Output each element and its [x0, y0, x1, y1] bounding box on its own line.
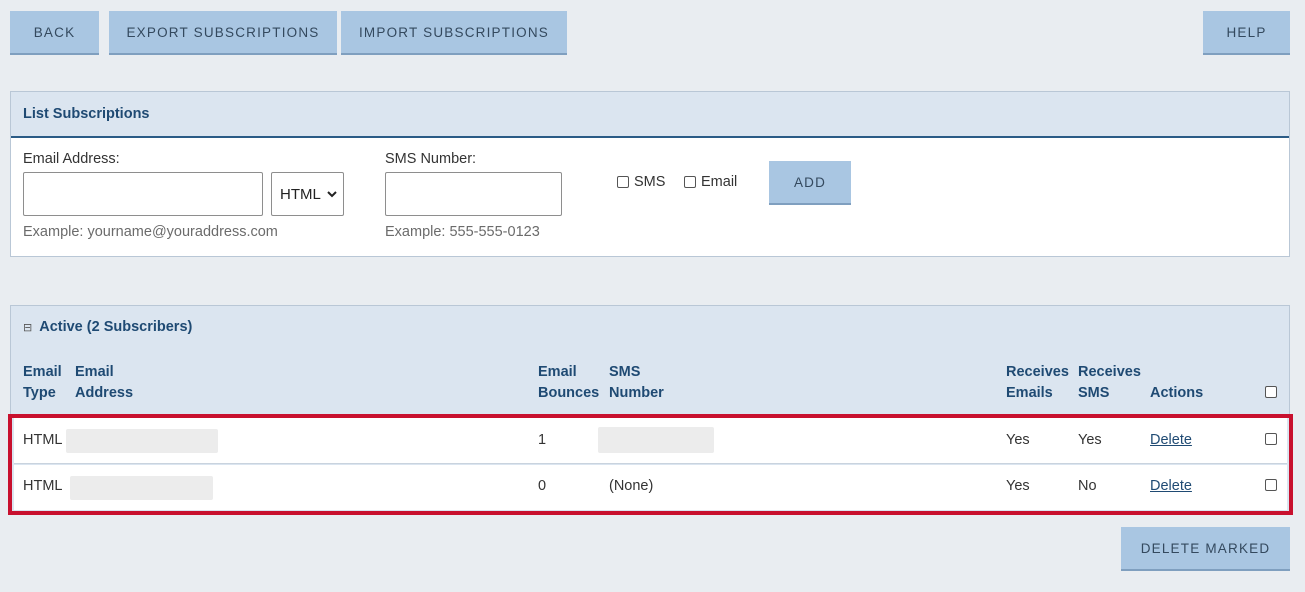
- email-example-hint: Example: yourname@youraddress.com: [23, 224, 278, 240]
- col-email-bounces-line1: Email: [538, 364, 577, 380]
- col-sms-number: SMS Number: [609, 362, 664, 404]
- col-receives-emails-line1: Receives: [1006, 364, 1069, 380]
- email-address-input[interactable]: [23, 172, 263, 216]
- sms-example-hint: Example: 555-555-0123: [385, 224, 540, 240]
- col-email-address-line2: Address: [75, 385, 134, 401]
- col-receives-emails: Receives Emails: [1006, 362, 1069, 404]
- col-email-bounces-line2: Bounces: [538, 385, 600, 401]
- col-receives-sms-line2: SMS: [1078, 385, 1110, 401]
- email-address-label: Email Address:: [23, 151, 120, 167]
- col-email-type-line1: Email: [23, 364, 62, 380]
- active-section-header[interactable]: ⊟ Active (2 Subscribers): [23, 319, 192, 335]
- active-section-title: Active (2 Subscribers): [39, 319, 193, 335]
- col-receives-emails-line2: Emails: [1006, 385, 1053, 401]
- import-subscriptions-button[interactable]: IMPORT SUBSCRIPTIONS: [341, 11, 567, 55]
- col-email-address: Email Address: [75, 362, 133, 404]
- collapse-icon[interactable]: ⊟: [23, 321, 32, 334]
- panel-title: List Subscriptions: [11, 92, 1289, 138]
- sms-checkbox-label: SMS: [634, 174, 666, 190]
- sms-number-input[interactable]: [385, 172, 562, 216]
- sms-number-label: SMS Number:: [385, 151, 477, 167]
- export-subscriptions-button[interactable]: EXPORT SUBSCRIPTIONS: [109, 11, 337, 55]
- col-email-type: Email Type: [23, 362, 62, 404]
- add-button[interactable]: ADD: [769, 161, 851, 205]
- col-receives-sms-line1: Receives: [1078, 364, 1141, 380]
- email-format-value: HTML: [280, 185, 321, 203]
- back-button[interactable]: BACK: [10, 11, 99, 55]
- col-actions: Actions: [1150, 385, 1204, 401]
- col-email-type-line2: Type: [23, 385, 56, 401]
- sms-checkbox[interactable]: [617, 176, 629, 188]
- col-sms-number-line2: Number: [609, 385, 664, 401]
- email-format-select[interactable]: HTML: [271, 172, 344, 216]
- rows-highlight-frame: [8, 414, 1293, 515]
- col-receives-sms: Receives SMS: [1078, 362, 1141, 404]
- help-button[interactable]: HELP: [1203, 11, 1290, 55]
- col-email-address-line1: Email: [75, 364, 114, 380]
- chevron-down-icon: [327, 191, 337, 198]
- col-sms-number-line1: SMS: [609, 364, 641, 380]
- select-all-checkbox[interactable]: [1265, 386, 1277, 398]
- email-checkbox[interactable]: [684, 176, 696, 188]
- col-email-bounces: Email Bounces: [538, 362, 599, 404]
- email-checkbox-label: Email: [701, 174, 738, 190]
- delete-marked-button[interactable]: DELETE MARKED: [1121, 527, 1290, 571]
- list-subscriptions-title: List Subscriptions: [23, 106, 150, 122]
